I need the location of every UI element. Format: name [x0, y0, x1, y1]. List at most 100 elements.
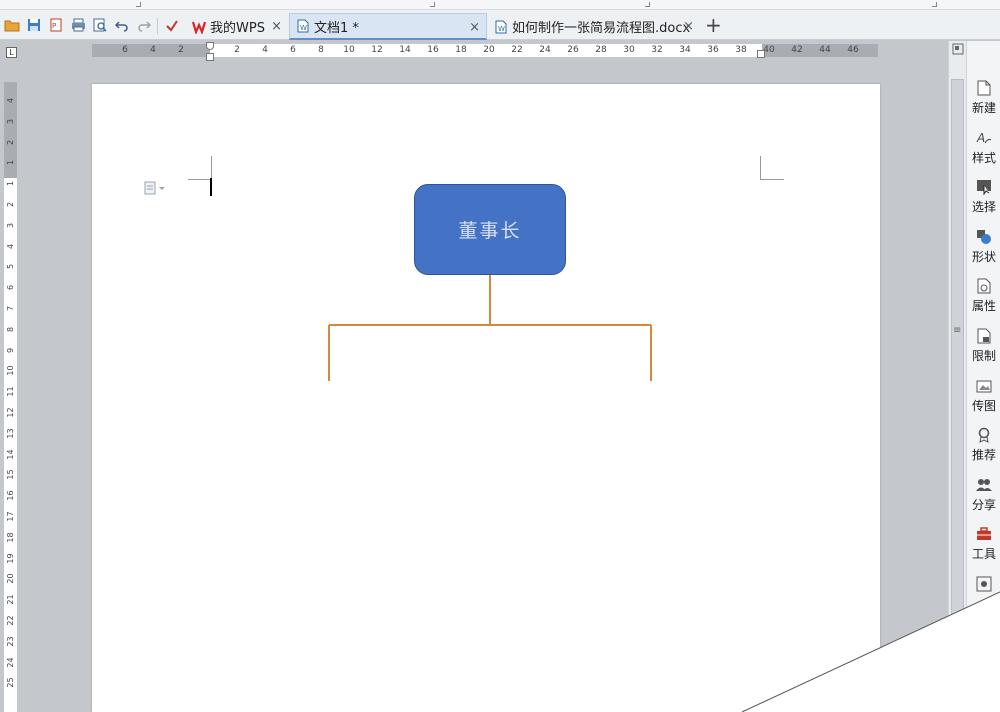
toolbox-icon	[975, 525, 993, 543]
task-pane-item-recommend[interactable]: 推荐	[967, 424, 1000, 470]
ruler-number: 4	[150, 45, 156, 55]
ruler-number: 6	[6, 285, 15, 291]
task-pane-item-shape[interactable]: 形状	[967, 226, 1000, 272]
ruler-number: 13	[6, 428, 15, 439]
ruler-number: 24	[6, 657, 15, 668]
ruler-number: 9	[6, 347, 15, 353]
ruler-number: 2	[234, 45, 240, 55]
ribbon-group-launcher[interactable]	[430, 2, 435, 7]
task-pane-label: 属性	[971, 299, 996, 314]
tab-my-wps[interactable]: 我的WPS ×	[186, 13, 288, 40]
svg-text:P: P	[52, 22, 56, 30]
open-folder-icon[interactable]	[3, 16, 21, 34]
task-pane-label: 传图	[971, 398, 996, 413]
close-tab-icon[interactable]: ×	[469, 20, 480, 35]
ruler-number: 4	[262, 45, 268, 55]
document-page[interactable]: 董事长	[92, 84, 880, 712]
ribbon-collapsed-strip	[0, 0, 1000, 10]
ruler-number: 10	[6, 365, 15, 376]
task-pane-label: 限制	[971, 349, 996, 363]
tab-document1[interactable]: W 文档1 * ×	[289, 13, 487, 40]
ruler-number: 16	[6, 490, 15, 501]
document-icon: W	[296, 19, 310, 33]
ruler-number: 15	[6, 469, 15, 480]
close-tab-icon[interactable]: ×	[683, 19, 694, 34]
document-icon: W	[494, 20, 508, 34]
task-pane-item-restrict[interactable]: 限制	[967, 325, 1000, 371]
ruler-number: 25	[6, 677, 15, 688]
ruler-number: 12	[371, 45, 383, 55]
ruler-number: 36	[707, 45, 719, 55]
property-icon	[975, 277, 993, 295]
shape-icon	[975, 228, 993, 246]
ruler-number: 44	[819, 45, 831, 55]
task-pane-item-share[interactable]: 分享	[967, 474, 1000, 520]
task-pane-label: 分享	[971, 497, 996, 512]
ruler-number: 12	[6, 407, 15, 418]
ribbon-group-launcher[interactable]	[932, 2, 937, 7]
task-pane-label: 样式	[971, 150, 996, 165]
redo-icon[interactable]	[135, 16, 153, 34]
save-icon[interactable]	[25, 16, 43, 34]
task-pane-item-style[interactable]: A 样式	[967, 127, 1000, 173]
new-tab-button[interactable]: +	[705, 15, 722, 35]
split-view-icon[interactable]	[952, 43, 964, 55]
more-tools-icon	[975, 575, 993, 593]
horizontal-ruler[interactable]: 6 4 2 2 4 6 8 10 12 14 16 18 20 22 24 26 28 30 32 34 36 38 40 4…	[92, 42, 878, 61]
tab-label: 如何制作一张简易流程图.docx	[512, 21, 691, 36]
svg-text:W: W	[498, 25, 505, 33]
style-icon: A	[975, 129, 993, 147]
ruler-number: 8	[6, 326, 15, 332]
export-pdf-icon[interactable]: P	[47, 16, 65, 34]
close-tab-icon[interactable]: ×	[271, 19, 282, 34]
ruler-number: 3	[6, 118, 15, 124]
ruler-text-area	[4, 178, 17, 712]
svg-text:A: A	[976, 131, 985, 145]
ribbon-group-launcher[interactable]	[136, 2, 141, 7]
ruler-number: 46	[847, 45, 859, 55]
task-pane-label: 选择	[971, 200, 996, 215]
task-pane-item-toolbox[interactable]: 工具	[967, 523, 1000, 569]
tab-flowchart-docx[interactable]: W 如何制作一张简易流程图.docx ×	[488, 13, 700, 40]
vertical-ruler[interactable]: 4 3 2 1 1 2 3 4 5 6 7 8 9 10 11 12 13 14 15 16 17 18 19 20 21 22 2…	[4, 82, 17, 712]
upload-image-icon	[975, 377, 993, 395]
ruler-number: 28	[595, 45, 607, 55]
task-pane-item-property[interactable]: 属性	[967, 275, 1000, 321]
task-pane-item-more[interactable]	[967, 573, 1000, 619]
task-pane-item-select[interactable]: 选择	[967, 176, 1000, 222]
ruler-number: 10	[343, 45, 355, 55]
ruler-number: 6	[122, 45, 128, 55]
vertical-scrollbar[interactable]: ≡	[948, 41, 966, 712]
customize-icon[interactable]	[163, 16, 181, 34]
toolbar-separator	[157, 18, 158, 34]
undo-icon[interactable]	[113, 16, 131, 34]
print-icon[interactable]	[69, 16, 87, 34]
ruler-number: 24	[539, 45, 551, 55]
ruler-number: 30	[623, 45, 635, 55]
ruler-number: 17	[6, 511, 15, 522]
ruler-number: 14	[6, 449, 15, 460]
left-indent-marker[interactable]	[206, 53, 214, 61]
print-preview-icon[interactable]	[91, 16, 109, 34]
task-pane-item-new-doc[interactable]: 新建	[967, 77, 1000, 123]
ruler-number: 23	[6, 636, 15, 647]
svg-text:W: W	[300, 24, 307, 32]
right-indent-marker[interactable]	[757, 50, 765, 58]
ruler-number: 26	[567, 45, 579, 55]
first-line-indent-marker[interactable]	[206, 42, 214, 50]
task-pane-label: 推荐	[971, 448, 996, 463]
task-pane-label: 新建	[971, 101, 996, 115]
scrollbar-thumb[interactable]	[951, 79, 964, 619]
ruler-number: 4	[6, 97, 15, 104]
ribbon-group-launcher[interactable]	[645, 2, 650, 7]
ruler-number: 18	[455, 45, 467, 55]
ruler-number: 2	[6, 201, 15, 208]
ruler-number: 1	[6, 160, 15, 166]
task-pane-item-upload-image[interactable]: 传图	[967, 375, 1000, 421]
flowchart-node-chairman[interactable]: 董事长	[414, 184, 566, 275]
node-label: 董事长	[458, 220, 522, 242]
select-icon	[975, 178, 993, 196]
ruler-number: 2	[6, 139, 15, 145]
tab-stop-selector[interactable]: L	[6, 47, 17, 58]
ruler-number: 2	[178, 45, 184, 55]
